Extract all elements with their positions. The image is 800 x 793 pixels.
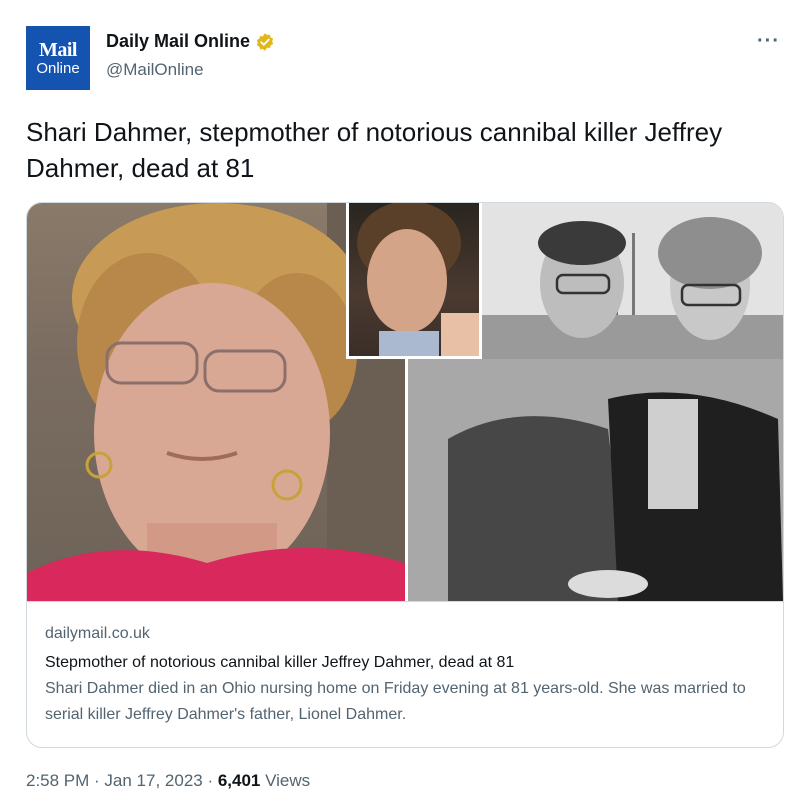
tweet-time[interactable]: 2:58 PM (26, 771, 89, 790)
tweet-text: Shari Dahmer, stepmother of notorious ca… (26, 117, 723, 183)
avatar[interactable]: Mail Online (26, 26, 90, 90)
card-info[interactable]: dailymail.co.uk Stepmother of notorious … (27, 601, 783, 747)
photo-jeffrey-dahmer (346, 203, 482, 359)
account-name[interactable]: Daily Mail Online (106, 31, 250, 52)
tweet-date[interactable]: Jan 17, 2023 (104, 771, 202, 790)
card-domain: dailymail.co.uk (45, 625, 150, 642)
account-name-row[interactable]: Daily Mail Online (106, 31, 275, 52)
meta-separator: · (89, 771, 105, 790)
views-count: 6,401 (217, 771, 261, 790)
card-description: Shari Dahmer died in an Ohio nursing hom… (45, 680, 746, 723)
photo-couple (408, 359, 783, 601)
meta-separator: · (202, 771, 218, 790)
avatar-text-mail: Mail (39, 38, 78, 61)
account-handle[interactable]: @MailOnline (106, 60, 204, 80)
card-media[interactable] (27, 203, 783, 601)
views-label: Views (260, 771, 311, 790)
link-card[interactable]: dailymail.co.uk Stepmother of notorious … (26, 202, 784, 748)
more-options-icon[interactable]: ··· (757, 30, 780, 53)
avatar-text-online: Online (36, 59, 80, 77)
tweet-meta: 2:58 PM · Jan 17, 2023 · 6,401 Views (26, 771, 310, 791)
photo-couple-heads (538, 217, 762, 340)
tweet: Mail Online Daily Mail Online @MailOnlin… (0, 0, 800, 793)
verified-badge-icon[interactable] (255, 32, 275, 52)
card-title: Stepmother of notorious cannibal killer … (45, 654, 515, 671)
